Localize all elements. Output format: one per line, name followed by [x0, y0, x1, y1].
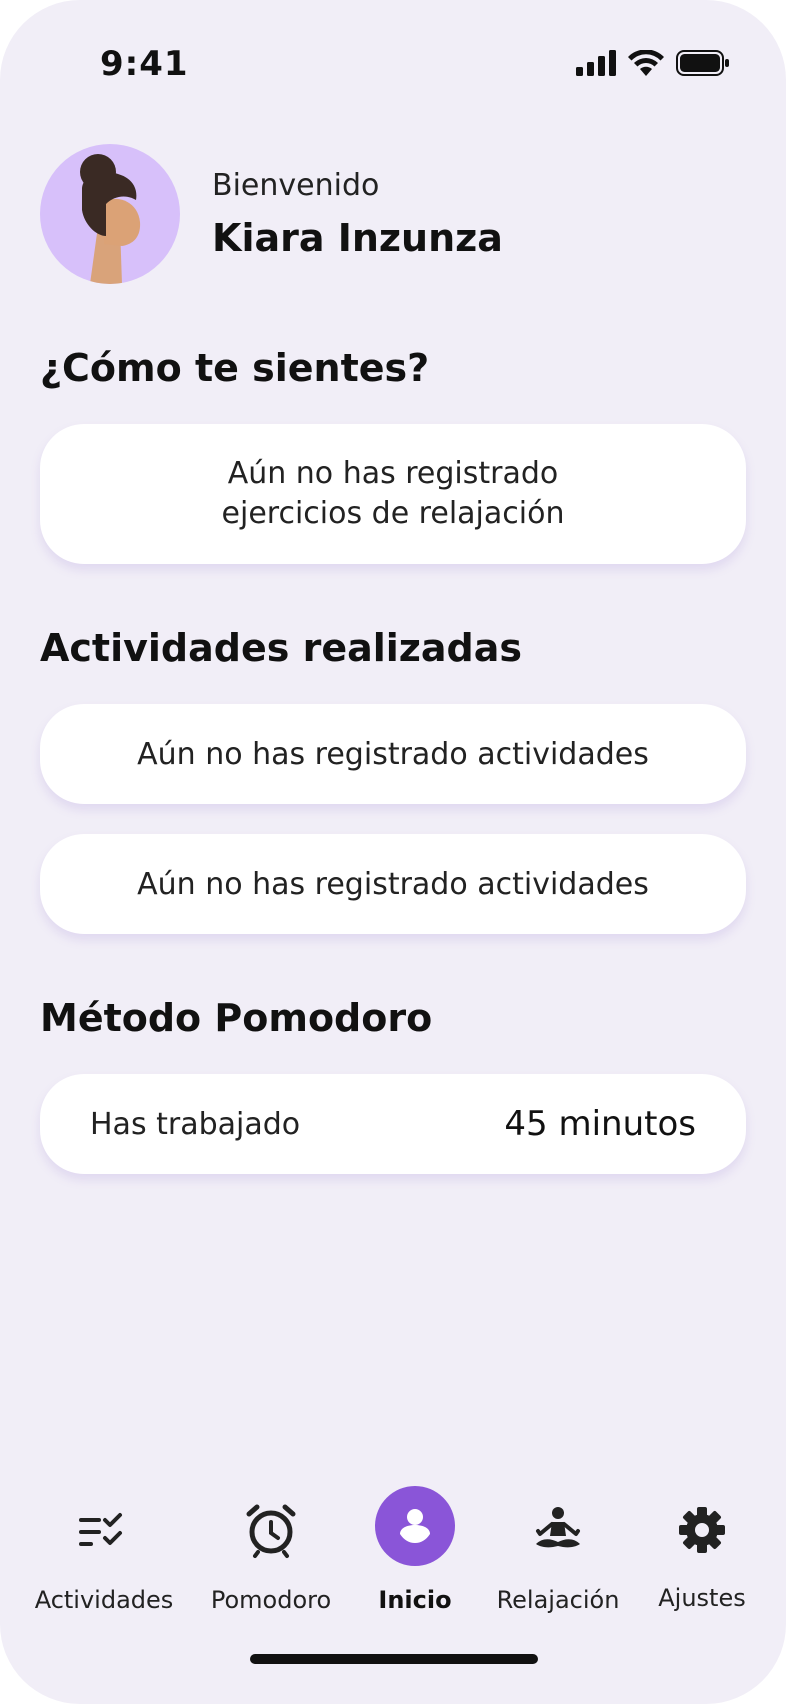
pomodoro-summary-card[interactable]: Has trabajado 45 minutos [40, 1074, 746, 1174]
nav-item-pomodoro[interactable]: Pomodoro [191, 1500, 351, 1614]
activity-card[interactable]: Aún no has registrado actividades [40, 834, 746, 934]
mood-empty-card[interactable]: Aún no has registrado ejercicios de rela… [40, 424, 746, 564]
nav-item-inicio[interactable]: Inicio [335, 1500, 495, 1614]
meditation-icon [536, 1507, 580, 1548]
welcome-text: Bienvenido [212, 168, 380, 203]
activity-empty-text: Aún no has registrado actividades [137, 736, 649, 772]
nav-label-inicio: Inicio [378, 1586, 452, 1614]
avatar[interactable] [40, 144, 180, 284]
app-screen: 9:41 Bienvenido Kiara Inzunza ¿Cómo te s… [0, 0, 786, 1704]
nav-item-ajustes[interactable]: Ajustes [622, 1500, 782, 1612]
pomodoro-label: Has trabajado [90, 1106, 301, 1142]
mood-empty-text: Aún no has registrado ejercicios de rela… [222, 454, 565, 534]
mood-section-title: ¿Cómo te sientes? [40, 346, 430, 390]
activity-empty-text: Aún no has registrado actividades [137, 866, 649, 902]
avatar-illustration [80, 154, 141, 284]
nav-label-pomodoro: Pomodoro [210, 1586, 332, 1614]
nav-label-relajacion: Relajación [496, 1586, 620, 1614]
pomodoro-value: 45 minutos [504, 1104, 696, 1144]
user-icon [400, 1509, 430, 1543]
battery-icon [676, 50, 729, 76]
nav-label-actividades: Actividades [34, 1586, 174, 1614]
pomodoro-section-title: Método Pomodoro [40, 996, 433, 1040]
nav-label-ajustes: Ajustes [658, 1584, 746, 1612]
alarm-clock-icon [246, 1504, 296, 1558]
status-icons [576, 50, 730, 76]
nav-item-relajacion[interactable]: Relajación [478, 1500, 638, 1614]
home-indicator [250, 1654, 538, 1664]
gear-icon [679, 1507, 725, 1553]
signal-icon [576, 50, 616, 76]
mood-empty-line-2: ejercicios de relajación [221, 496, 565, 531]
checklist-icon [79, 1513, 122, 1546]
mood-empty-line-1: Aún no has registrado [227, 456, 559, 491]
nav-item-actividades[interactable]: Actividades [24, 1500, 184, 1614]
user-name: Kiara Inzunza [212, 216, 503, 260]
activities-section-title: Actividades realizadas [40, 626, 523, 670]
status-time: 9:41 [100, 44, 189, 84]
activity-card[interactable]: Aún no has registrado actividades [40, 704, 746, 804]
wifi-icon [628, 50, 664, 76]
